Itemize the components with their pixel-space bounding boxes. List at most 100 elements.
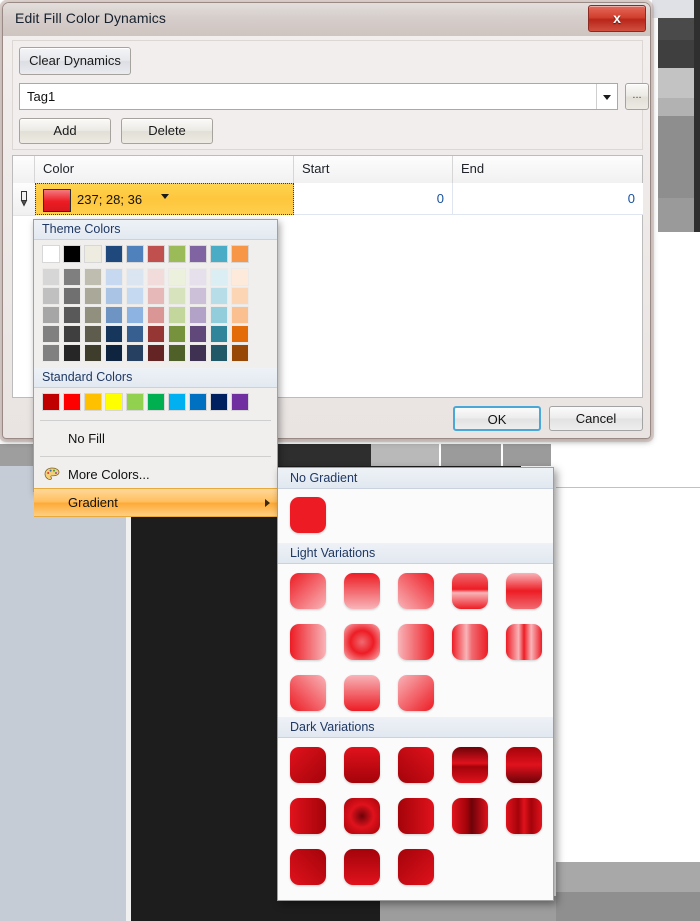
- theme-tint-swatch-4-8[interactable]: [210, 344, 228, 362]
- theme-tint-swatch-0-2[interactable]: [84, 268, 102, 286]
- theme-tint-swatch-4-9[interactable]: [231, 344, 249, 362]
- theme-tint-swatch-0-6[interactable]: [168, 268, 186, 286]
- color-swatch-3[interactable]: [105, 245, 123, 263]
- theme-tint-swatch-3-0[interactable]: [42, 325, 60, 343]
- theme-tint-swatch-3-9[interactable]: [231, 325, 249, 343]
- theme-tint-swatch-4-4[interactable]: [126, 344, 144, 362]
- light-variation-swatch-10[interactable]: [290, 675, 326, 711]
- theme-tint-swatch-4-0[interactable]: [42, 344, 60, 362]
- theme-tint-swatch-1-3[interactable]: [105, 287, 123, 305]
- color-swatch-1[interactable]: [63, 393, 81, 411]
- color-swatch-1[interactable]: [63, 245, 81, 263]
- theme-tint-swatch-0-0[interactable]: [42, 268, 60, 286]
- dark-variation-swatch-0[interactable]: [290, 747, 326, 783]
- dark-variation-swatch-11[interactable]: [344, 849, 380, 885]
- color-swatch-8[interactable]: [210, 245, 228, 263]
- chevron-down-icon[interactable]: [160, 194, 169, 199]
- color-swatch-4[interactable]: [126, 393, 144, 411]
- delete-button[interactable]: Delete: [121, 118, 213, 144]
- theme-tint-swatch-2-2[interactable]: [84, 306, 102, 324]
- theme-tint-swatch-4-7[interactable]: [189, 344, 207, 362]
- dark-variation-swatch-4[interactable]: [506, 747, 542, 783]
- color-swatch-5[interactable]: [147, 245, 165, 263]
- dark-variation-swatch-12[interactable]: [398, 849, 434, 885]
- theme-tint-swatch-3-2[interactable]: [84, 325, 102, 343]
- dark-variation-swatch-6[interactable]: [344, 798, 380, 834]
- color-swatch-3[interactable]: [105, 393, 123, 411]
- no-gradient-swatch[interactable]: [290, 497, 326, 533]
- light-variation-swatch-2[interactable]: [398, 573, 434, 609]
- clear-dynamics-button[interactable]: Clear Dynamics: [19, 47, 131, 75]
- color-swatch-6[interactable]: [168, 393, 186, 411]
- theme-tint-swatch-0-3[interactable]: [105, 268, 123, 286]
- theme-tint-swatch-1-5[interactable]: [147, 287, 165, 305]
- theme-tint-swatch-0-9[interactable]: [231, 268, 249, 286]
- color-swatch-8[interactable]: [210, 393, 228, 411]
- theme-tint-swatch-2-3[interactable]: [105, 306, 123, 324]
- close-icon[interactable]: x: [588, 5, 646, 32]
- theme-tint-swatch-3-8[interactable]: [210, 325, 228, 343]
- light-variation-swatch-1[interactable]: [344, 573, 380, 609]
- ok-button[interactable]: OK: [453, 406, 541, 431]
- light-variation-swatch-6[interactable]: [344, 624, 380, 660]
- theme-tint-swatch-1-4[interactable]: [126, 287, 144, 305]
- light-variation-swatch-3[interactable]: [452, 573, 488, 609]
- color-swatch-7[interactable]: [189, 393, 207, 411]
- light-variation-swatch-12[interactable]: [398, 675, 434, 711]
- dark-variation-swatch-9[interactable]: [506, 798, 542, 834]
- dark-variation-swatch-3[interactable]: [452, 747, 488, 783]
- theme-tint-swatch-1-6[interactable]: [168, 287, 186, 305]
- theme-tint-swatch-4-1[interactable]: [63, 344, 81, 362]
- color-swatch-9[interactable]: [231, 393, 249, 411]
- cancel-button[interactable]: Cancel: [549, 406, 643, 431]
- grid-header-end[interactable]: End: [453, 156, 643, 183]
- light-variation-swatch-11[interactable]: [344, 675, 380, 711]
- light-variation-swatch-4[interactable]: [506, 573, 542, 609]
- theme-tint-swatch-1-7[interactable]: [189, 287, 207, 305]
- theme-tint-swatch-0-1[interactable]: [63, 268, 81, 286]
- add-button[interactable]: Add: [19, 118, 111, 144]
- dark-variation-swatch-1[interactable]: [344, 747, 380, 783]
- color-swatch-0[interactable]: [42, 245, 60, 263]
- end-cell[interactable]: 0: [453, 183, 643, 215]
- theme-tint-swatch-2-0[interactable]: [42, 306, 60, 324]
- theme-tint-swatch-4-5[interactable]: [147, 344, 165, 362]
- dark-variation-swatch-2[interactable]: [398, 747, 434, 783]
- theme-tint-swatch-2-6[interactable]: [168, 306, 186, 324]
- theme-tint-swatch-0-7[interactable]: [189, 268, 207, 286]
- table-row[interactable]: 237; 28; 36 0 0: [13, 183, 643, 216]
- dark-variation-swatch-7[interactable]: [398, 798, 434, 834]
- theme-tint-swatch-3-1[interactable]: [63, 325, 81, 343]
- dark-variation-swatch-10[interactable]: [290, 849, 326, 885]
- dark-variation-swatch-5[interactable]: [290, 798, 326, 834]
- theme-tint-swatch-2-1[interactable]: [63, 306, 81, 324]
- theme-tint-swatch-0-8[interactable]: [210, 268, 228, 286]
- theme-tint-swatch-2-8[interactable]: [210, 306, 228, 324]
- grid-header-start[interactable]: Start: [294, 156, 453, 183]
- color-swatch-7[interactable]: [189, 245, 207, 263]
- theme-tint-swatch-1-0[interactable]: [42, 287, 60, 305]
- theme-tint-swatch-2-7[interactable]: [189, 306, 207, 324]
- theme-tint-swatch-3-6[interactable]: [168, 325, 186, 343]
- tag-combobox-dropdown-button[interactable]: [596, 84, 617, 109]
- theme-tint-swatch-3-5[interactable]: [147, 325, 165, 343]
- theme-tint-swatch-0-4[interactable]: [126, 268, 144, 286]
- theme-tint-swatch-4-3[interactable]: [105, 344, 123, 362]
- color-cell-combobox[interactable]: 237; 28; 36: [35, 183, 294, 215]
- color-swatch-5[interactable]: [147, 393, 165, 411]
- tag-browse-button[interactable]: ...: [625, 83, 649, 110]
- theme-tint-swatch-3-4[interactable]: [126, 325, 144, 343]
- dark-variation-swatch-8[interactable]: [452, 798, 488, 834]
- theme-tint-swatch-0-5[interactable]: [147, 268, 165, 286]
- menu-item-more-colors[interactable]: More Colors...: [34, 461, 277, 488]
- theme-tint-swatch-3-7[interactable]: [189, 325, 207, 343]
- start-cell[interactable]: 0: [294, 183, 453, 215]
- light-variation-swatch-7[interactable]: [398, 624, 434, 660]
- light-variation-swatch-9[interactable]: [506, 624, 542, 660]
- color-swatch-2[interactable]: [84, 393, 102, 411]
- theme-tint-swatch-1-8[interactable]: [210, 287, 228, 305]
- theme-tint-swatch-1-1[interactable]: [63, 287, 81, 305]
- color-swatch-2[interactable]: [84, 245, 102, 263]
- light-variation-swatch-0[interactable]: [290, 573, 326, 609]
- grid-header-color[interactable]: Color: [35, 156, 294, 183]
